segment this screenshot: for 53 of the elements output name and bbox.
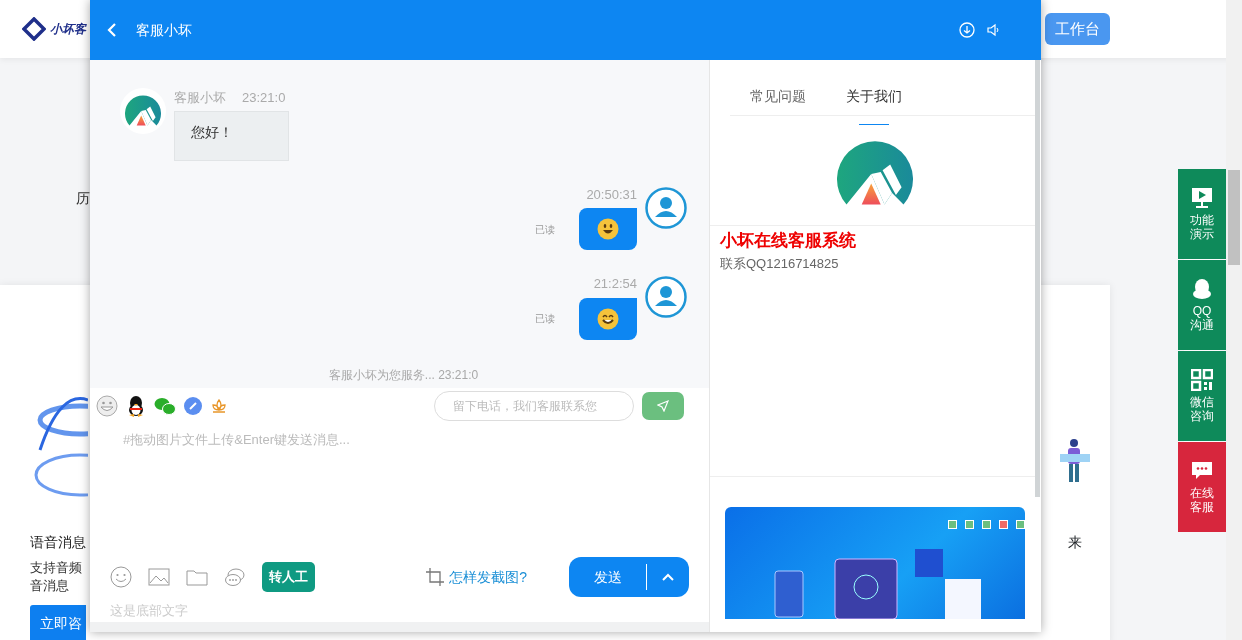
- folder-icon[interactable]: [186, 568, 208, 586]
- send-button[interactable]: 发送: [569, 557, 646, 597]
- message-time: 20:50:31: [586, 185, 637, 204]
- person-illustration: [1060, 438, 1090, 484]
- image-icon[interactable]: [148, 568, 170, 586]
- crop-icon[interactable]: [425, 567, 446, 587]
- chat-bubbles-icon[interactable]: [224, 567, 246, 587]
- sender-name: 客服小坏: [174, 89, 226, 107]
- float-bar-item[interactable]: 微信 咨询: [1178, 351, 1226, 441]
- message-time: 21:2:54: [593, 275, 637, 293]
- float-bar-item[interactable]: 在线 客服: [1178, 442, 1226, 532]
- paper-plane-icon: [657, 400, 669, 412]
- screenshot-help-link[interactable]: 怎样发截图?: [449, 566, 527, 588]
- feature-text: 支持音频: [30, 559, 83, 577]
- transfer-button[interactable]: 转人工: [262, 562, 315, 592]
- smiley-icon[interactable]: [96, 395, 118, 417]
- user-avatar-icon: [645, 186, 687, 229]
- chat-title: 客服小坏: [136, 20, 193, 40]
- consult-button[interactable]: 立即咨: [30, 605, 86, 640]
- penguin-icon[interactable]: [126, 395, 146, 417]
- smiley-icon[interactable]: [110, 566, 132, 588]
- message-bubble: 您好！: [174, 110, 289, 161]
- company-name: 小坏在线客服系统: [720, 230, 857, 252]
- penguin-icon: [1191, 278, 1213, 300]
- contact-text: 联系QQ1216714825: [720, 254, 840, 273]
- emoji-face-icon: [597, 307, 619, 330]
- logo-text: 小坏客: [50, 21, 86, 38]
- qr-code-icon: [1191, 369, 1213, 391]
- float-bar-item[interactable]: 功能 演示: [1178, 169, 1226, 259]
- text-fragment: 历: [76, 190, 90, 206]
- workbench-button[interactable]: 工作台: [1045, 12, 1110, 46]
- chat-icon: [1191, 460, 1213, 482]
- emoji-face-icon: [597, 218, 619, 240]
- speaker-icon[interactable]: [987, 23, 1001, 37]
- user-avatar-icon: [645, 276, 687, 318]
- scrollbar-thumb[interactable]: [1228, 170, 1240, 265]
- read-status: 已读: [535, 312, 555, 326]
- submit-phone-button[interactable]: [642, 392, 684, 420]
- chevron-up-icon: [661, 573, 674, 581]
- feature-text: 音消息: [30, 577, 70, 595]
- download-icon[interactable]: [959, 22, 975, 38]
- float-bar-item[interactable]: QQ 沟通: [1178, 260, 1226, 350]
- feature-title: 语音消息: [30, 533, 87, 552]
- screen-play-icon: [1191, 187, 1213, 209]
- text-fragment: 来: [1068, 533, 1082, 552]
- link-icon[interactable]: [184, 397, 202, 415]
- message-time: 23:21:0: [242, 89, 286, 107]
- service-notice: 客服小坏为您服务... 23:21:0: [328, 367, 479, 382]
- chat-bubbles-icon[interactable]: [154, 397, 176, 415]
- read-status: 已读: [535, 222, 555, 237]
- phone-input[interactable]: 留下电话，我们客服联系您: [434, 391, 634, 421]
- lotus-icon[interactable]: [210, 397, 228, 415]
- diamond-logo-icon: [22, 17, 46, 41]
